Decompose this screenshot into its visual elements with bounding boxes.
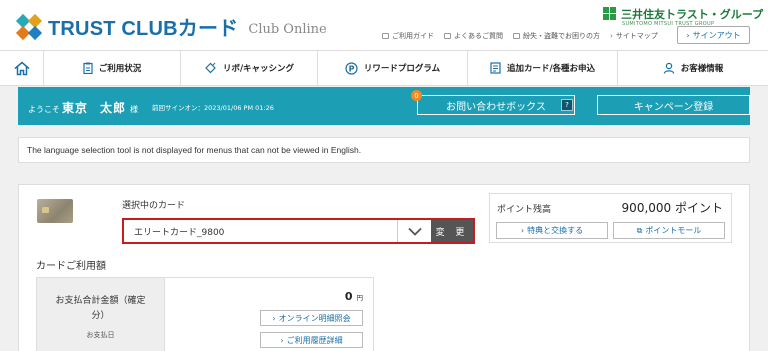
util-link-faq[interactable]: よくあるご質問 [444, 31, 503, 41]
chevron-right-icon: › [520, 226, 525, 235]
lost-card-icon [513, 33, 520, 39]
card-chip-icon [42, 207, 49, 213]
nav-home[interactable] [0, 51, 44, 85]
last-signin: 前回サインオン：2023/01/06 PM 01:26 [152, 104, 274, 112]
change-card-button[interactable]: 変 更 [431, 220, 473, 242]
card-summary-panel: 選択中のカード エリートカード_9800 変 更 ポイント残高 900,000 … [18, 184, 750, 351]
chevron-right-icon: › [280, 335, 284, 345]
points-icon: P [345, 61, 358, 75]
exchange-rewards-button[interactable]: › 特典と交換する [496, 222, 608, 239]
nav-reward-program[interactable]: P リワードプログラム [318, 51, 468, 85]
help-button[interactable]: ? [561, 99, 573, 111]
online-statement-button[interactable]: › オンライン明細照会 [260, 310, 363, 326]
card-select-dropdown[interactable]: エリートカード_9800 [124, 220, 397, 242]
user-last-name: 東京 [62, 101, 89, 115]
revolving-icon [204, 62, 217, 74]
svg-text:P: P [348, 64, 354, 73]
card-selector: エリートカード_9800 変 更 [122, 218, 475, 244]
home-icon [14, 61, 29, 75]
selected-card-label: 選択中のカード [122, 201, 186, 211]
group-name: 三井住友トラスト・グループ [621, 8, 764, 21]
total-amount: 0 円 [344, 290, 363, 303]
usage-history-button[interactable]: › ご利用履歴詳細 [260, 332, 363, 348]
language-notice: The language selection tool is not displ… [18, 137, 750, 163]
clipboard-icon [83, 62, 93, 74]
utility-links: ご利用ガイド よくあるご質問 紛失・盗難でお困りの方 › サイトマップ [382, 31, 668, 41]
welcome-banner: ようこそ 東京 太郎 様 前回サインオン：2023/01/06 PM 01:26… [18, 87, 750, 125]
points-balance-value: 900,000 ポイント [621, 201, 723, 215]
signout-button[interactable]: › サインアウト [677, 26, 750, 44]
external-link-icon: ⧉ [636, 225, 643, 235]
nav-usage-status[interactable]: ご利用状況 [44, 51, 181, 85]
chevron-right-icon: › [610, 32, 613, 40]
header: TRUST CLUBカード Club Online 三井住友トラスト・グループ … [0, 0, 768, 50]
usage-table: お支払合計金額（確定分） お支払日 0 円 › オンライン明細照会 › ご利用履… [36, 277, 374, 351]
inquiry-box-button[interactable]: お問い合わせボックス [417, 95, 575, 115]
trust-club-logo[interactable]: TRUST CLUBカード Club Online [15, 12, 327, 41]
points-panel: ポイント残高 900,000 ポイント › 特典と交換する ⧉ ポイントモール [489, 193, 732, 243]
logo-subtitle: Club Online [248, 22, 327, 37]
logo-text: TRUST CLUBカード [48, 18, 239, 40]
club-online-page: TRUST CLUBカード Club Online 三井住友トラスト・グループ … [0, 0, 768, 351]
guide-icon [382, 33, 389, 39]
nav-additional-card[interactable]: 追加カード/各種お申込 [468, 51, 618, 85]
chevron-right-icon: › [272, 313, 276, 323]
group-logo-icon [603, 7, 617, 21]
chevron-right-icon: › [686, 30, 690, 40]
chevron-down-icon[interactable] [397, 220, 431, 242]
welcome-text: ようこそ 東京 太郎 様 [28, 101, 139, 115]
nav-revolving[interactable]: リボ/キャッシング [181, 51, 318, 85]
util-link-guide[interactable]: ご利用ガイド [382, 31, 434, 41]
application-icon [490, 62, 501, 74]
group-brand: 三井住友トラスト・グループ [603, 6, 763, 22]
total-payment-label: お支払合計金額（確定分） [55, 296, 146, 321]
util-link-sitemap[interactable]: › サイトマップ [610, 31, 658, 41]
campaign-register-button[interactable]: キャンペーン登録 [597, 95, 750, 115]
usage-table-body: 0 円 › オンライン明細照会 › ご利用履歴詳細 [165, 278, 373, 351]
usage-title: カードご利用額 [36, 261, 106, 272]
user-first-name: 太郎 [100, 101, 127, 115]
point-mall-button[interactable]: ⧉ ポイントモール [613, 222, 725, 239]
main-nav: ご利用状況 リボ/キャッシング P リワードプログラム 追加カード/各種お申込 … [0, 50, 768, 86]
payment-date-label: お支払日 [86, 331, 115, 339]
util-link-lost-card[interactable]: 紛失・盗難でお困りの方 [513, 31, 600, 41]
logo-mark-icon [15, 13, 43, 40]
user-icon [663, 62, 675, 74]
inquiry-count-badge: 0 [411, 90, 422, 101]
points-balance-label: ポイント残高 [497, 205, 552, 215]
usage-table-header: お支払合計金額（確定分） お支払日 [37, 278, 165, 351]
credit-card-image [37, 199, 73, 223]
faq-icon [444, 33, 451, 39]
nav-customer-info[interactable]: お客様情報 [618, 51, 768, 85]
